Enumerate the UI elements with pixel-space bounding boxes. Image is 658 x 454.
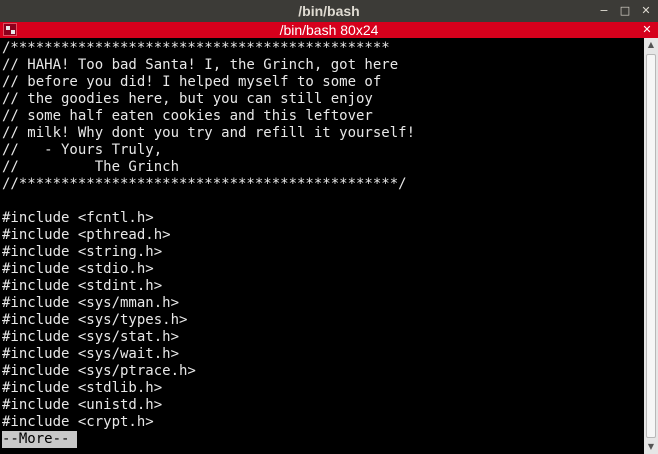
terminal-line: // the goodies here, but you can still e… [2,91,373,107]
terminal-output[interactable]: /***************************************… [0,38,644,454]
terminal-line: // before you did! I helped myself to so… [2,74,382,90]
close-icon[interactable]: ✕ [640,5,652,17]
more-prompt-line: --More-- [2,431,415,448]
more-prompt[interactable]: --More-- [2,431,78,448]
terminal-line: #include <unistd.h> [2,397,163,413]
terminal-line: //**************************************… [2,176,407,192]
maximize-icon[interactable]: □ [619,5,631,17]
terminal-line: #include <stdint.h> [2,278,163,294]
terminal-line: #include <sys/mman.h> [2,295,180,311]
terminal-line: #include <crypt.h> [2,414,154,430]
terminal-line: #include <stdlib.h> [2,380,163,396]
terminal-line: // The Grinch [2,159,180,175]
terminal-line: #include <pthread.h> [2,227,171,243]
scrollbar-thumb[interactable] [646,54,656,438]
terminal-line: #include <sys/wait.h> [2,346,180,362]
terminal-line: // HAHA! Too bad Santa! I, the Grinch, g… [2,57,399,73]
terminal-line: #include <stdio.h> [2,261,154,277]
terminal-tab-bar: /bin/bash 80x24 ✕ [0,22,658,38]
terminal-text: /***************************************… [2,40,415,448]
terminal-tab-title[interactable]: /bin/bash 80x24 [0,22,658,38]
terminal-line: // - Yours Truly, [2,142,163,158]
scroll-down-arrow-icon[interactable]: ▼ [644,440,658,454]
terminal-line: /***************************************… [2,40,390,56]
terminal-line: #include <sys/ptrace.h> [2,363,196,379]
window-controls: − □ ✕ [598,4,652,18]
window-title: /bin/bash [298,3,360,19]
terminal-scrollbar[interactable]: ▲ ▼ [644,38,658,454]
scroll-up-arrow-icon[interactable]: ▲ [644,38,658,52]
terminal-line: // some half eaten cookies and this left… [2,108,373,124]
window-titlebar[interactable]: /bin/bash − □ ✕ [0,0,658,22]
terminal-line: #include <sys/stat.h> [2,329,180,345]
terminal-line: #include <sys/types.h> [2,312,188,328]
minimize-icon[interactable]: − [598,5,610,17]
terminal-line: #include <fcntl.h> [2,210,154,226]
terminal-line: // milk! Why dont you try and refill it … [2,125,416,141]
tab-close-icon[interactable]: ✕ [640,23,654,37]
terminal-line: #include <string.h> [2,244,163,260]
